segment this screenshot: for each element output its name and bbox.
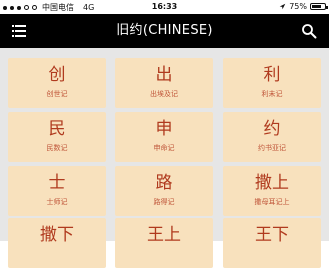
book-name: 创世记 [46,90,68,98]
book-tile-2-samuel[interactable]: 撒下 [8,218,106,268]
book-tile-exodus[interactable]: 出 出埃及记 [115,58,213,108]
book-name: 约书亚记 [258,144,286,152]
book-abbrev: 撒下 [40,225,74,245]
book-tile-judges[interactable]: 士 士师记 [8,166,106,216]
book-grid: 创 创世记 出 出埃及记 利 利未记 民 民数记 申 申命记 约 约书亚记 士 … [0,48,329,268]
search-icon[interactable] [301,23,317,39]
book-name: 出埃及记 [150,90,178,98]
status-bar: 中国电信 4G 16:33 75% [0,0,329,14]
status-right: 75% [279,2,328,11]
book-tile-genesis[interactable]: 创 创世记 [8,58,106,108]
page-title: 旧约(CHINESE) [116,23,213,38]
book-tile-ruth[interactable]: 路 路得记 [115,166,213,216]
book-name: 民数记 [46,144,68,152]
book-tile-1-kings[interactable]: 王上 [115,218,213,268]
battery-fill [312,5,321,8]
book-tile-deuteronomy[interactable]: 申 申命记 [115,112,213,162]
book-abbrev: 约 [263,119,281,139]
book-tile-joshua[interactable]: 约 约书亚记 [223,112,321,162]
book-name: 申命记 [153,144,175,152]
book-abbrev: 创 [48,65,66,85]
book-name: 撒母耳记上 [254,198,290,206]
book-abbrev: 申 [155,119,173,139]
location-icon [279,3,286,10]
book-abbrev: 民 [48,119,66,139]
app-bar: 旧约(CHINESE) [0,14,329,48]
book-abbrev: 士 [48,173,66,193]
book-name: 士师记 [46,198,68,206]
book-abbrev: 出 [155,65,173,85]
book-abbrev: 利 [263,65,281,85]
book-abbrev: 王下 [255,225,289,245]
book-abbrev: 王上 [147,225,181,245]
book-abbrev: 路 [155,173,173,193]
book-tile-numbers[interactable]: 民 民数记 [8,112,106,162]
book-tile-leviticus[interactable]: 利 利未记 [223,58,321,108]
book-tile-2-kings[interactable]: 王下 [223,218,321,268]
battery-percent: 75% [289,2,307,11]
battery-icon [310,3,328,10]
book-name: 利未记 [261,90,283,98]
book-abbrev: 撒上 [255,173,289,193]
book-name: 路得记 [153,198,175,206]
book-tile-1-samuel[interactable]: 撒上 撒母耳记上 [223,166,321,216]
